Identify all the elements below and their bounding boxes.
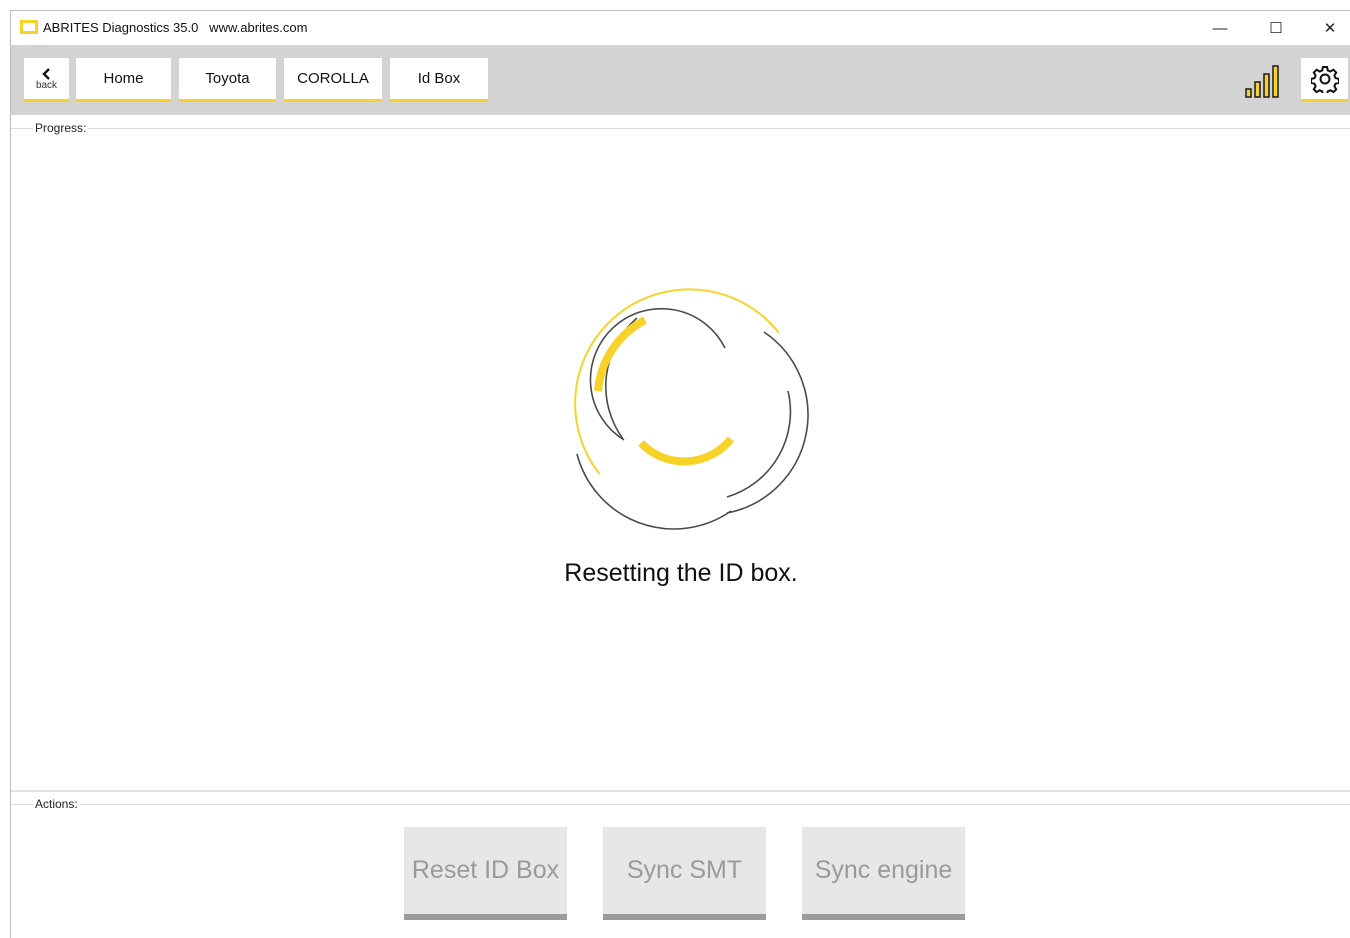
close-button[interactable]: ✕ xyxy=(1307,11,1350,45)
back-label: back xyxy=(35,79,58,91)
abrites-logo-icon xyxy=(20,20,38,34)
actions-group-border xyxy=(11,804,1350,805)
reset-id-box-button[interactable]: Reset ID Box xyxy=(404,827,567,920)
breadcrumb-home[interactable]: Home xyxy=(76,58,171,102)
gear-icon xyxy=(1310,65,1339,93)
back-button[interactable]: back xyxy=(24,58,69,102)
chevron-left-icon xyxy=(41,67,50,80)
sync-engine-button[interactable]: Sync engine xyxy=(802,827,965,920)
section-divider xyxy=(11,790,1350,792)
app-window: ABRITES Diagnostics 35.0 www.abrites.com… xyxy=(10,10,1350,938)
progress-group-label: Progress: xyxy=(33,121,89,135)
breadcrumb-id-box[interactable]: Id Box xyxy=(390,58,488,102)
actions-group-label: Actions: xyxy=(33,797,80,811)
loading-spinner-icon xyxy=(574,288,809,530)
progress-status-text: Resetting the ID box. xyxy=(564,559,798,587)
breadcrumb-toyota[interactable]: Toyota xyxy=(179,58,276,102)
minimize-button[interactable]: — xyxy=(1197,11,1243,45)
title-bar: ABRITES Diagnostics 35.0 www.abrites.com… xyxy=(11,11,1350,45)
progress-group-border xyxy=(11,128,1350,129)
sync-smt-button[interactable]: Sync SMT xyxy=(603,827,766,920)
window-title: ABRITES Diagnostics 35.0 www.abrites.com xyxy=(43,20,308,35)
navigation-toolbar: back Home Toyota COROLLA Id Box xyxy=(11,45,1350,115)
maximize-button[interactable]: ☐ xyxy=(1253,11,1299,45)
settings-button[interactable] xyxy=(1301,58,1348,102)
breadcrumb-corolla[interactable]: COROLLA xyxy=(284,58,382,102)
signal-strength-icon[interactable] xyxy=(1245,61,1287,99)
